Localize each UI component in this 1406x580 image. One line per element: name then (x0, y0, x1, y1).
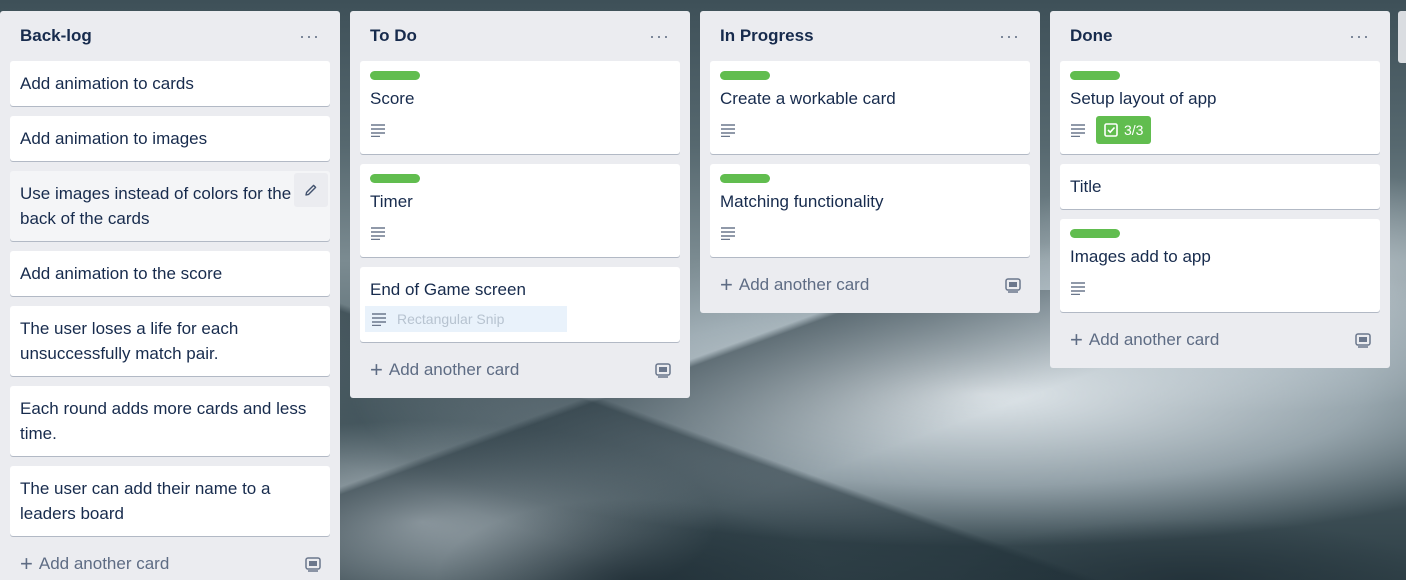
card-label-green[interactable] (720, 174, 770, 183)
card-title: Add animation to cards (20, 74, 194, 93)
card-label-green[interactable] (720, 71, 770, 80)
card-title: Each round adds more cards and less time… (20, 399, 307, 443)
card-title: The user loses a life for each unsuccess… (20, 319, 239, 363)
checklist-badge: 3/3 (1096, 116, 1152, 144)
card[interactable]: Create a workable card (710, 61, 1030, 154)
card-title: Use images instead of colors for the bac… (20, 184, 292, 228)
card[interactable]: Each round adds more cards and less time… (10, 386, 330, 456)
rectangular-snip-overlay: Rectangular Snip (365, 306, 567, 332)
plus-icon: + (20, 551, 33, 576)
description-lines-icon (721, 124, 735, 137)
board: Back-log ··· Add animation to cards Add … (0, 0, 1406, 580)
add-card-button[interactable]: + Add another card (720, 274, 869, 296)
add-card-label: Add another card (738, 275, 870, 294)
card[interactable]: Timer (360, 164, 680, 257)
list-footer: + Add another card (10, 546, 330, 580)
card-badges (720, 116, 1020, 144)
list-header: To Do ··· (360, 11, 680, 61)
add-card-label: Add another card (388, 360, 520, 379)
card[interactable]: Add animation to the score (10, 251, 330, 296)
checklist-count: 3/3 (1124, 122, 1144, 138)
list-title[interactable]: Back-log (20, 26, 92, 46)
add-card-button[interactable]: + Add another card (20, 553, 169, 575)
add-card-label: Add another card (1088, 330, 1220, 349)
card-title: End of Game screen (370, 280, 526, 299)
card[interactable]: The user can add their name to a leaders… (10, 466, 330, 536)
description-lines-icon (1071, 282, 1085, 295)
list-footer: + Add another card (710, 267, 1030, 303)
add-card-button[interactable]: + Add another card (1070, 329, 1219, 351)
list-menu-icon[interactable]: ··· (293, 27, 326, 45)
card-title: Score (370, 89, 415, 108)
description-lines-icon (371, 124, 385, 137)
card-badges (370, 219, 670, 247)
plus-icon: + (720, 272, 733, 297)
card-title: Images add to app (1070, 247, 1211, 266)
plus-icon: + (1070, 327, 1083, 352)
card[interactable]: The user loses a life for each unsuccess… (10, 306, 330, 376)
list-todo: To Do ··· Score Timer End of Game screen… (350, 11, 690, 398)
card-title: Title (1070, 177, 1102, 196)
list-backlog: Back-log ··· Add animation to cards Add … (0, 11, 340, 580)
edit-card-button[interactable] (294, 173, 328, 207)
description-lines-icon (721, 227, 735, 240)
card-badges (370, 116, 670, 144)
card[interactable]: Use images instead of colors for the bac… (10, 171, 330, 241)
description-lines-icon (371, 227, 385, 240)
card[interactable]: Setup layout of app 3/3 (1060, 61, 1380, 154)
description-lines-icon (372, 313, 386, 326)
list-done: Done ··· Setup layout of app 3/3 Title I… (1050, 11, 1390, 368)
card-title: Matching functionality (720, 192, 884, 211)
card-template-icon[interactable] (304, 556, 322, 572)
list-header: In Progress ··· (710, 11, 1030, 61)
list-footer: + Add another card (360, 352, 680, 388)
card[interactable]: Title (1060, 164, 1380, 209)
card[interactable]: Add animation to images (10, 116, 330, 161)
card-label-green[interactable] (370, 174, 420, 183)
checklist-icon (1104, 123, 1118, 137)
card-title: The user can add their name to a leaders… (20, 479, 271, 523)
list-title[interactable]: In Progress (720, 26, 814, 46)
card[interactable]: Score (360, 61, 680, 154)
list-title[interactable]: Done (1070, 26, 1113, 46)
list-footer: + Add another card (1060, 322, 1380, 358)
card-template-icon[interactable] (1354, 332, 1372, 348)
list-title[interactable]: To Do (370, 26, 417, 46)
card[interactable]: End of Game screen Rectangular Snip (360, 267, 680, 342)
card-title: Timer (370, 192, 413, 211)
card-template-icon[interactable] (654, 362, 672, 378)
card-badges (720, 219, 1020, 247)
card-label-green[interactable] (1070, 71, 1120, 80)
card-label-green[interactable] (1070, 229, 1120, 238)
card-title: Create a workable card (720, 89, 896, 108)
card[interactable]: Images add to app (1060, 219, 1380, 312)
card-title: Add animation to the score (20, 264, 223, 283)
card-label-green[interactable] (370, 71, 420, 80)
add-card-button[interactable]: + Add another card (370, 359, 519, 381)
snip-tooltip-text: Rectangular Snip (397, 311, 505, 327)
card[interactable]: Matching functionality (710, 164, 1030, 257)
next-list-edge[interactable] (1398, 11, 1406, 63)
list-in-progress: In Progress ··· Create a workable card M… (700, 11, 1040, 313)
plus-icon: + (370, 357, 383, 382)
list-header: Back-log ··· (10, 11, 330, 61)
card-title: Setup layout of app (1070, 89, 1217, 108)
list-header: Done ··· (1060, 11, 1380, 61)
card-badges: 3/3 (1070, 116, 1370, 144)
add-card-label: Add another card (38, 554, 170, 573)
list-menu-icon[interactable]: ··· (1343, 27, 1376, 45)
list-menu-icon[interactable]: ··· (993, 27, 1026, 45)
pencil-icon (305, 184, 317, 196)
card-template-icon[interactable] (1004, 277, 1022, 293)
description-lines-icon (1071, 124, 1085, 137)
card[interactable]: Add animation to cards (10, 61, 330, 106)
list-menu-icon[interactable]: ··· (643, 27, 676, 45)
card-badges (1070, 274, 1370, 302)
card-title: Add animation to images (20, 129, 208, 148)
